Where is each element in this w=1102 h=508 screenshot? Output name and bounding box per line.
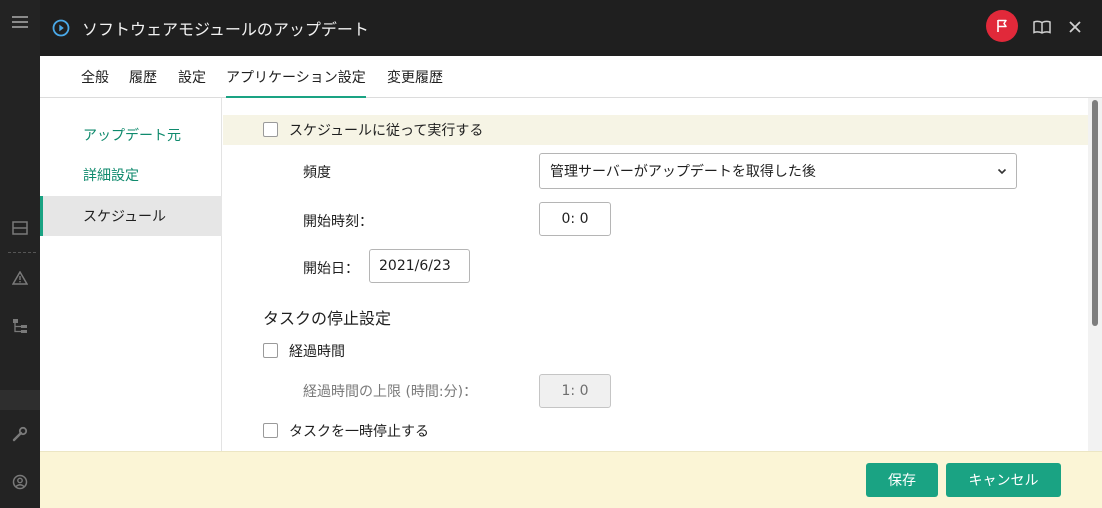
schedule-panel: スケジュールに従って実行する 頻度 管理サーバーがアップデートを取得した後 開始… xyxy=(223,98,1088,451)
tree-icon[interactable] xyxy=(0,314,40,338)
elapsed-time-label: 経過時間 xyxy=(289,344,345,360)
tab-change-history[interactable]: 変更履歴 xyxy=(387,67,443,87)
book-icon[interactable] xyxy=(1031,16,1053,38)
start-time-input[interactable]: 0: 0 xyxy=(539,202,611,236)
start-time-value: 0: 0 xyxy=(561,211,589,227)
close-icon[interactable] xyxy=(1064,16,1086,38)
sidebar-item-advanced[interactable]: 詳細設定 xyxy=(40,155,222,195)
tab-application-settings[interactable]: アプリケーション設定 xyxy=(226,67,366,99)
vertical-scrollbar[interactable] xyxy=(1088,98,1102,451)
dialog-window: ソフトウェアモジュールのアップデート 全般 履歴 設定 アプリケーション設定 変… xyxy=(40,0,1102,508)
sidebar-item-update-source[interactable]: アップデート元 xyxy=(40,115,222,155)
dialog-footer: 保存 キャンセル xyxy=(40,451,1102,508)
chevron-down-icon xyxy=(996,165,1008,181)
rail-selected-highlight xyxy=(0,390,40,410)
cancel-button[interactable]: キャンセル xyxy=(946,463,1061,497)
frequency-label: 頻度 xyxy=(303,165,331,181)
start-date-label: 開始日： xyxy=(303,261,359,277)
pause-task-label: タスクを一時停止する xyxy=(289,424,429,440)
schedule-toggle-row: スケジュールに従って実行する xyxy=(223,115,1088,145)
wrench-icon[interactable] xyxy=(0,422,40,446)
frequency-select[interactable]: 管理サーバーがアップデートを取得した後 xyxy=(539,153,1017,189)
run-by-schedule-checkbox[interactable] xyxy=(263,122,278,137)
left-rail xyxy=(0,0,40,508)
flag-icon[interactable] xyxy=(986,10,1018,42)
warning-icon[interactable] xyxy=(0,266,40,290)
frequency-value: 管理サーバーがアップデートを取得した後 xyxy=(550,164,816,180)
title-bar: ソフトウェアモジュールのアップデート xyxy=(40,0,1102,56)
run-by-schedule-label: スケジュールに従って実行する xyxy=(289,123,484,139)
sidebar: アップデート元 詳細設定 スケジュール xyxy=(40,98,222,451)
tab-history[interactable]: 履歴 xyxy=(129,67,157,87)
tab-settings[interactable]: 設定 xyxy=(178,67,206,87)
tab-general[interactable]: 全般 xyxy=(81,67,109,87)
save-button[interactable]: 保存 xyxy=(866,463,938,497)
tab-bar: 全般 履歴 設定 アプリケーション設定 変更履歴 xyxy=(40,56,1102,99)
start-time-label: 開始時刻： xyxy=(303,214,373,230)
elapsed-limit-input[interactable]: 1: 0 xyxy=(539,374,611,408)
pause-task-checkbox[interactable] xyxy=(263,423,278,438)
stop-settings-heading: タスクの停止設定 xyxy=(263,309,392,328)
user-icon[interactable] xyxy=(0,470,40,494)
scrollbar-thumb[interactable] xyxy=(1092,100,1098,326)
list-icon[interactable] xyxy=(0,216,40,240)
play-circle-icon xyxy=(52,19,70,37)
elapsed-time-checkbox[interactable] xyxy=(263,343,278,358)
sidebar-item-schedule[interactable]: スケジュール xyxy=(40,196,222,236)
start-date-value: 2021/6/23 xyxy=(379,258,451,274)
menu-icon[interactable] xyxy=(0,10,40,34)
rail-divider xyxy=(8,252,36,253)
window-title: ソフトウェアモジュールのアップデート xyxy=(82,20,369,39)
elapsed-limit-label: 経過時間の上限 (時間:分)： xyxy=(303,384,478,400)
elapsed-limit-value: 1: 0 xyxy=(561,383,589,399)
start-date-input[interactable]: 2021/6/23 xyxy=(369,249,470,283)
